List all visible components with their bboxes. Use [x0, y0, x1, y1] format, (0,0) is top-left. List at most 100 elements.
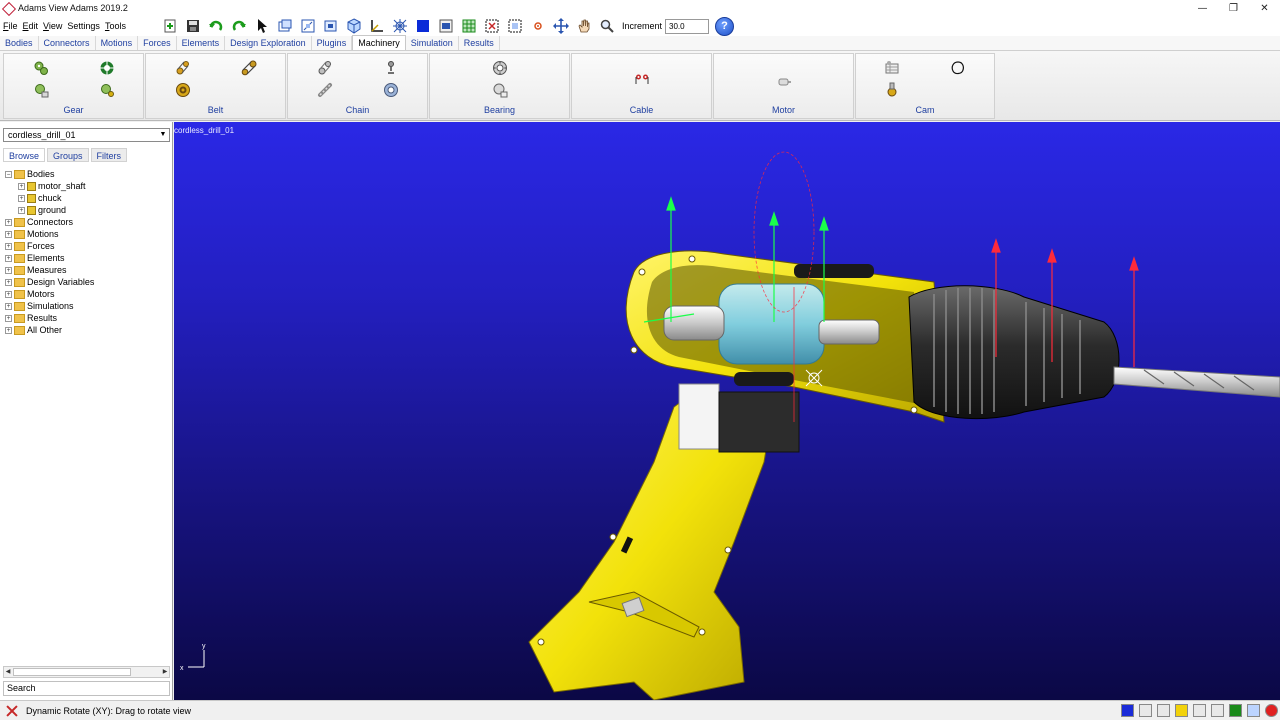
tree-node-design-variables[interactable]: + Design Variables: [5, 276, 170, 288]
gear-settings-button[interactable]: [99, 82, 115, 98]
menu-view[interactable]: View: [43, 21, 62, 31]
cam-profile-button[interactable]: [950, 60, 966, 76]
menu-file[interactable]: File: [3, 21, 18, 31]
expand-icon[interactable]: +: [18, 194, 25, 202]
tree-node-chuck[interactable]: + chuck: [5, 192, 170, 204]
gear-create-button[interactable]: [33, 60, 49, 76]
zoom-region-button[interactable]: [505, 17, 524, 35]
tab-bodies[interactable]: Bodies: [0, 36, 39, 50]
expand-icon[interactable]: +: [5, 314, 12, 322]
save-button[interactable]: [183, 17, 202, 35]
tree-node-connectors[interactable]: + Connectors: [5, 216, 170, 228]
grid-toggle-icon[interactable]: [1193, 704, 1206, 717]
group-motor-label[interactable]: Motor: [714, 105, 853, 115]
tree-node-measures[interactable]: + Measures: [5, 264, 170, 276]
expand-icon[interactable]: +: [18, 182, 25, 190]
browser-horizontal-scrollbar[interactable]: ◀ ▶: [3, 666, 170, 678]
tree-node-ground[interactable]: + ground: [5, 204, 170, 216]
tree-node-simulations[interactable]: + Simulations: [5, 300, 170, 312]
tree-node-motor-shaft[interactable]: + motor_shaft: [5, 180, 170, 192]
tree-node-elements[interactable]: + Elements: [5, 252, 170, 264]
tab-simulation[interactable]: Simulation: [406, 36, 459, 50]
help-button[interactable]: ?: [715, 16, 735, 36]
triad-button[interactable]: [367, 17, 386, 35]
select-region-button[interactable]: [482, 17, 501, 35]
undo-button[interactable]: [206, 17, 225, 35]
belt-create-button[interactable]: [175, 60, 191, 76]
tab-machinery[interactable]: Machinery: [352, 35, 406, 50]
translate-button[interactable]: [551, 17, 570, 35]
subtab-groups[interactable]: Groups: [47, 148, 89, 162]
menu-edit[interactable]: Edit: [23, 21, 39, 31]
group-gear-label[interactable]: Gear: [4, 105, 143, 115]
expand-icon[interactable]: +: [5, 266, 12, 274]
browser-search-input[interactable]: Search: [3, 681, 170, 696]
tab-connectors[interactable]: Connectors: [39, 36, 96, 50]
minimize-button[interactable]: —: [1187, 0, 1218, 16]
tree-node-all-other[interactable]: + All Other: [5, 324, 170, 336]
chevron-down-icon[interactable]: ▼: [158, 129, 168, 141]
tree-node-forces[interactable]: + Forces: [5, 240, 170, 252]
motor-create-button[interactable]: [776, 74, 792, 90]
group-chain-label[interactable]: Chain: [288, 105, 427, 115]
tab-results[interactable]: Results: [459, 36, 500, 50]
expand-icon[interactable]: +: [5, 326, 12, 334]
bearing-create-button[interactable]: [492, 60, 508, 76]
expand-icon[interactable]: +: [5, 254, 12, 262]
chain-link-button[interactable]: [383, 60, 399, 76]
maximize-button[interactable]: ❐: [1218, 0, 1249, 16]
zoom-box-button[interactable]: [275, 17, 294, 35]
belt-modify-button[interactable]: [241, 60, 257, 76]
expand-icon[interactable]: +: [5, 278, 12, 286]
chain-create-button[interactable]: [317, 60, 333, 76]
table-icon[interactable]: [1157, 704, 1170, 717]
belt-pulley-button[interactable]: [175, 82, 191, 98]
bearing-modify-button[interactable]: [492, 82, 508, 98]
expand-icon[interactable]: +: [18, 206, 25, 214]
expand-icon[interactable]: +: [5, 230, 12, 238]
gear-status-icon[interactable]: [1229, 704, 1242, 717]
tab-forces[interactable]: Forces: [138, 36, 177, 50]
expand-icon[interactable]: +: [5, 290, 12, 298]
color-icon[interactable]: [1121, 704, 1134, 717]
model-selector[interactable]: cordless_drill_01 ▼: [3, 128, 170, 142]
subtab-browse[interactable]: Browse: [3, 148, 46, 162]
model-viewport[interactable]: cordless_drill_01 y x: [174, 122, 1280, 700]
info-icon[interactable]: [1247, 704, 1260, 717]
tree-node-bodies[interactable]: − Bodies: [5, 168, 170, 180]
close-button[interactable]: ✕: [1249, 0, 1280, 16]
tab-plugins[interactable]: Plugins: [312, 36, 353, 50]
stop-icon[interactable]: [1265, 704, 1278, 717]
grid-button[interactable]: [459, 17, 478, 35]
collapse-icon[interactable]: −: [5, 170, 12, 178]
menu-settings[interactable]: Settings: [67, 21, 100, 31]
tab-motions[interactable]: Motions: [96, 36, 139, 50]
expand-icon[interactable]: +: [5, 242, 12, 250]
fit-view-button[interactable]: [298, 17, 317, 35]
redo-button[interactable]: [229, 17, 248, 35]
increment-input[interactable]: [665, 18, 710, 34]
scroll-thumb[interactable]: [13, 668, 131, 676]
view-iso-button[interactable]: [344, 17, 363, 35]
cam-follower-button[interactable]: [884, 82, 900, 98]
group-belt-label[interactable]: Belt: [146, 105, 285, 115]
group-bearing-label[interactable]: Bearing: [430, 105, 569, 115]
highlight-icon[interactable]: [1175, 704, 1188, 717]
new-model-button[interactable]: [160, 17, 179, 35]
tree-node-motions[interactable]: + Motions: [5, 228, 170, 240]
cam-create-button[interactable]: [884, 60, 900, 76]
tree-node-results[interactable]: + Results: [5, 312, 170, 324]
layout-button[interactable]: [436, 17, 455, 35]
gear-bevel-button[interactable]: [99, 60, 115, 76]
render-mode-button[interactable]: [390, 17, 409, 35]
expand-icon[interactable]: +: [5, 302, 12, 310]
group-cam-label[interactable]: Cam: [856, 105, 994, 115]
window-icon[interactable]: [1139, 704, 1152, 717]
scroll-right-icon[interactable]: ▶: [161, 667, 169, 677]
group-cable-label[interactable]: Cable: [572, 105, 711, 115]
view-front-button[interactable]: [321, 17, 340, 35]
chain-modify-button[interactable]: [317, 82, 333, 98]
scroll-left-icon[interactable]: ◀: [4, 667, 12, 677]
tab-elements[interactable]: Elements: [177, 36, 226, 50]
cancel-operation-icon[interactable]: [6, 705, 18, 717]
